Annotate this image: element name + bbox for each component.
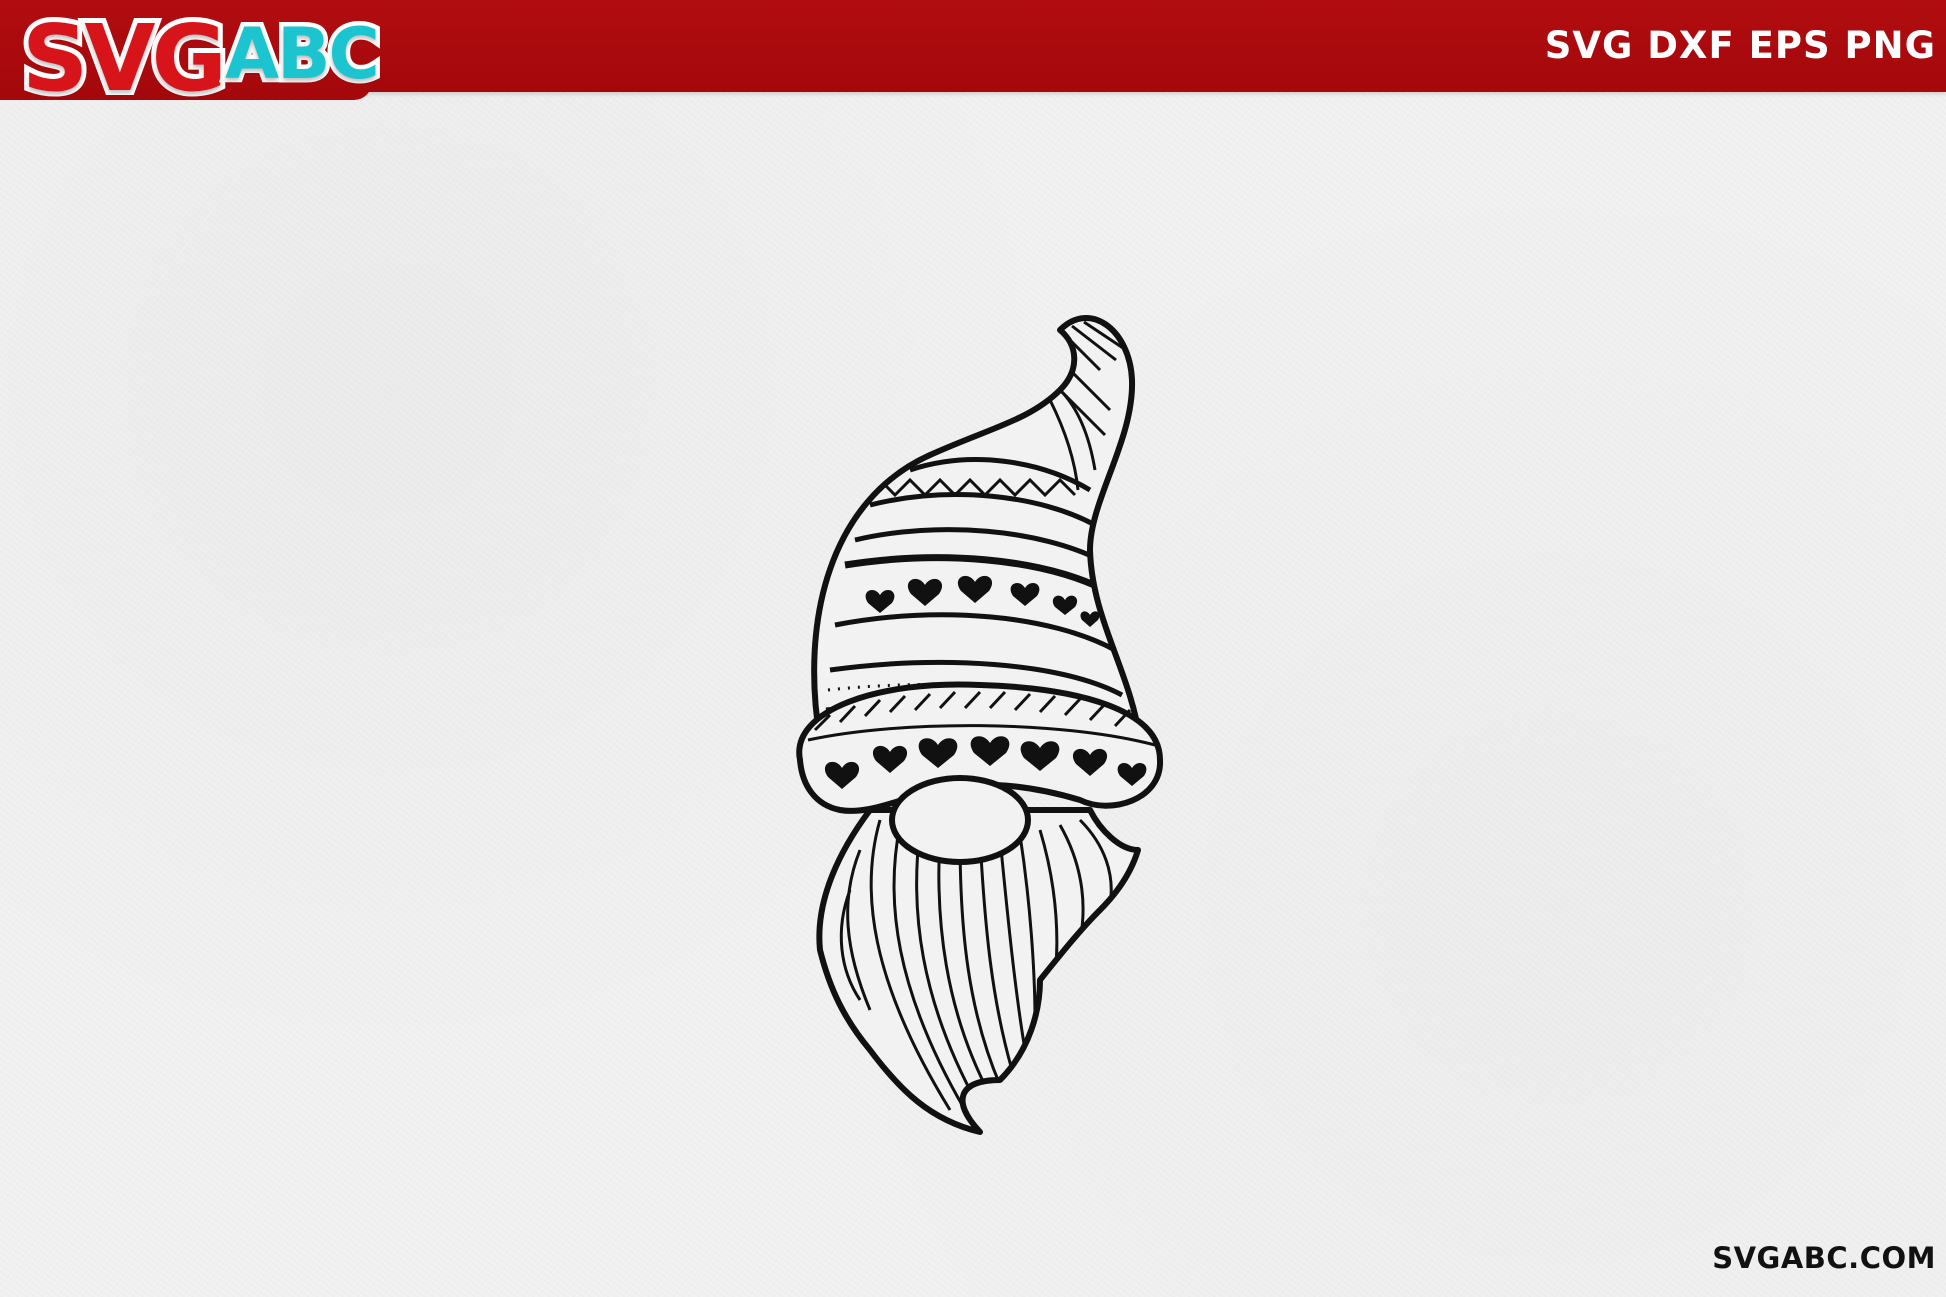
nose [889,775,1031,865]
footer-site-url[interactable]: SVGABC.COM [1712,1241,1936,1275]
logo-primary-text: SVG [17,0,232,117]
logo-secondary-text: ABC [220,9,384,100]
site-logo[interactable]: SVG ABC [17,0,384,117]
gnome-icon [796,315,1164,1135]
file-formats-label: SVG DXF EPS PNG [1544,24,1936,67]
